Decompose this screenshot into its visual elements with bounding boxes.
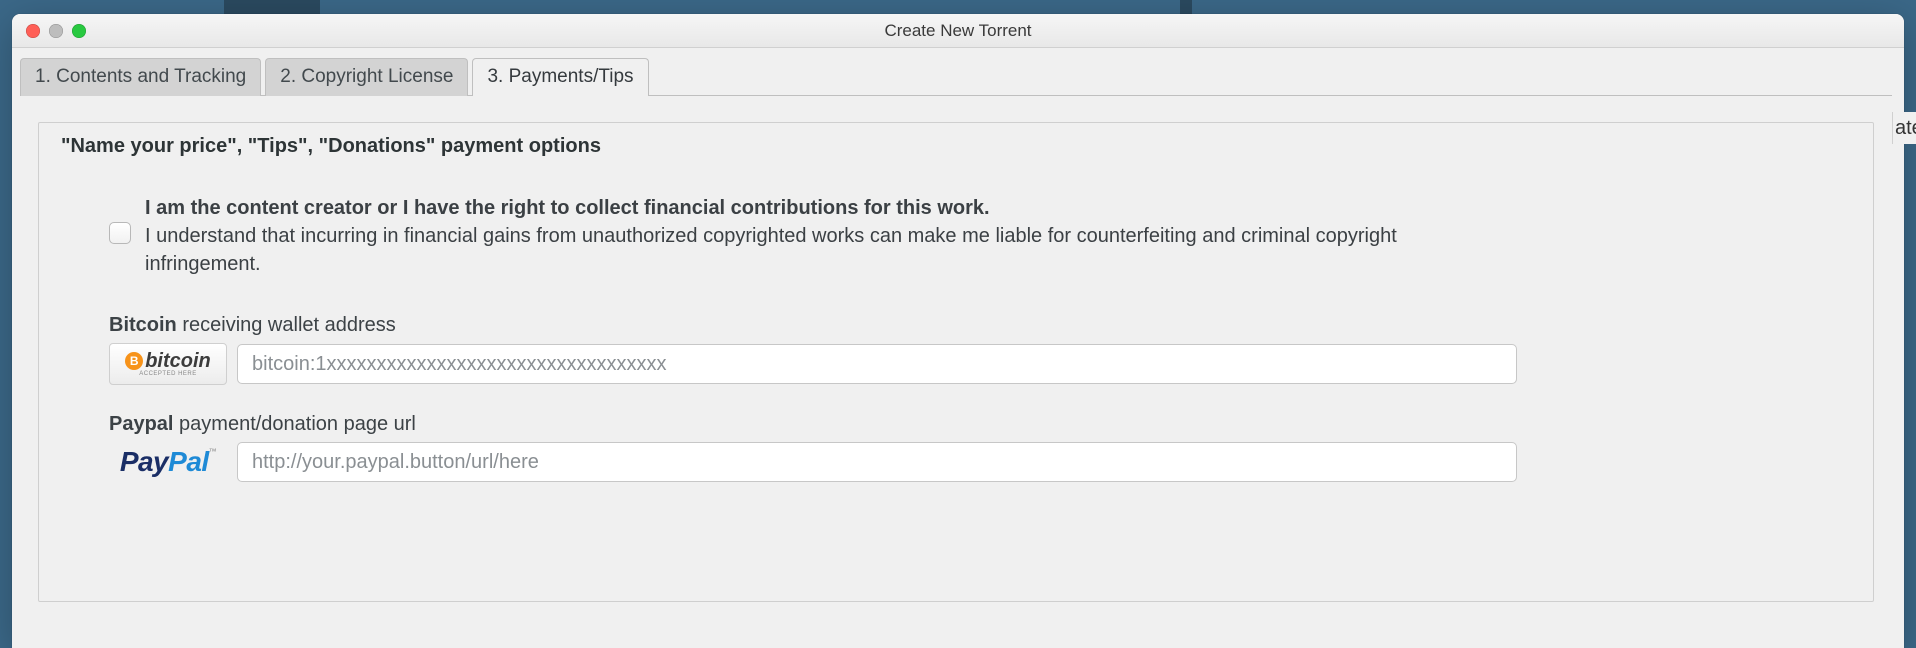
app-window: Create New Torrent 1. Contents and Track… bbox=[12, 14, 1904, 648]
zoom-window-button[interactable] bbox=[72, 24, 86, 38]
paypal-badge: PayPal™ bbox=[109, 448, 227, 476]
paypal-url-input[interactable] bbox=[237, 442, 1517, 482]
paypal-label-rest: payment/donation page url bbox=[173, 413, 415, 435]
paypal-label: Paypal payment/donation page url bbox=[109, 413, 1851, 436]
bitcoin-label-rest: receiving wallet address bbox=[177, 314, 396, 336]
paypal-field-block: Paypal payment/donation page url PayPal™ bbox=[109, 413, 1851, 482]
payments-panel: "Name your price", "Tips", "Donations" p… bbox=[38, 122, 1874, 602]
tab-payments-tips[interactable]: 3. Payments/Tips bbox=[472, 58, 648, 96]
tab-contents-tracking[interactable]: 1. Contents and Tracking bbox=[20, 58, 261, 96]
minimize-window-button[interactable] bbox=[49, 24, 63, 38]
close-window-button[interactable] bbox=[26, 24, 40, 38]
traffic-lights bbox=[12, 24, 86, 38]
consent-body: I understand that incurring in financial… bbox=[145, 225, 1397, 275]
bitcoin-field-block: Bitcoin receiving wallet address Bbitcoi… bbox=[109, 314, 1851, 385]
consent-text: I am the content creator or I have the r… bbox=[145, 194, 1509, 278]
tab-copyright-license[interactable]: 2. Copyright License bbox=[265, 58, 468, 96]
tab-bar: 1. Contents and Tracking 2. Copyright Li… bbox=[20, 58, 1892, 96]
bitcoin-badge-sub: ACCEPTED HERE bbox=[139, 371, 197, 377]
titlebar: Create New Torrent bbox=[12, 14, 1904, 48]
bitcoin-label-bold: Bitcoin bbox=[109, 314, 177, 336]
paypal-field-row: PayPal™ bbox=[109, 442, 1851, 482]
paypal-icon: PayPal™ bbox=[120, 448, 216, 476]
consent-bold: I am the content creator or I have the r… bbox=[145, 194, 1509, 222]
bitcoin-icon: Bbitcoin bbox=[125, 351, 211, 371]
section-title: "Name your price", "Tips", "Donations" p… bbox=[61, 135, 1851, 158]
bitcoin-address-input[interactable] bbox=[237, 344, 1517, 384]
paypal-label-bold: Paypal bbox=[109, 413, 173, 435]
bitcoin-label: Bitcoin receiving wallet address bbox=[109, 314, 1851, 337]
consent-checkbox[interactable] bbox=[109, 222, 131, 244]
background-window-sliver: ate bbox=[1892, 112, 1916, 144]
window-client-area: 1. Contents and Tracking 2. Copyright Li… bbox=[12, 48, 1904, 648]
bitcoin-field-row: Bbitcoin ACCEPTED HERE bbox=[109, 343, 1851, 385]
consent-row: I am the content creator or I have the r… bbox=[109, 194, 1509, 278]
bitcoin-badge: Bbitcoin ACCEPTED HERE bbox=[109, 343, 227, 385]
window-title: Create New Torrent bbox=[12, 21, 1904, 41]
